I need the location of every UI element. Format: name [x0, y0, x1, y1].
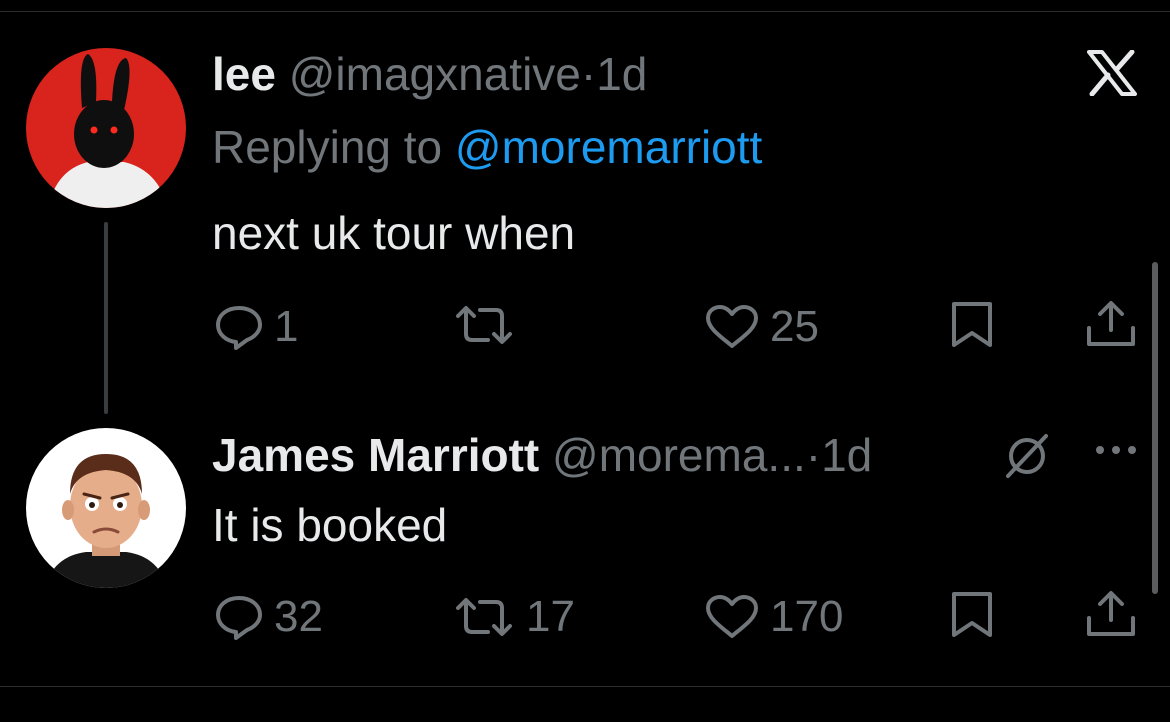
author-name[interactable]: lee	[212, 48, 276, 100]
more-options-button[interactable]	[1094, 440, 1138, 460]
share-button[interactable]	[1084, 298, 1138, 350]
top-divider	[0, 11, 1170, 12]
retweet-count: 17	[526, 592, 575, 641]
retweet-button[interactable]	[452, 302, 526, 348]
timestamp[interactable]: 1d	[821, 429, 872, 481]
bookmark-button[interactable]	[948, 300, 996, 350]
bottom-divider	[0, 686, 1170, 687]
like-count: 25	[770, 302, 819, 351]
avatar-lee[interactable]	[26, 48, 186, 208]
reply-button[interactable]: 1	[214, 302, 298, 352]
tweet-1-text: next uk tour when	[212, 207, 576, 259]
avatar-image	[26, 428, 186, 588]
author-handle[interactable]: @morema...	[552, 429, 806, 481]
avatar-james-marriott[interactable]	[26, 428, 186, 588]
bookmark-icon	[952, 302, 992, 347]
replying-prefix: Replying to	[212, 121, 443, 173]
like-count: 170	[770, 592, 844, 641]
reply-count: 32	[274, 592, 323, 641]
share-icon	[1087, 591, 1135, 636]
replying-to-handle[interactable]: @moremarriott	[455, 121, 762, 173]
retweet-icon	[456, 598, 512, 636]
hide-reply-button[interactable]	[1000, 430, 1054, 480]
bookmark-icon	[952, 592, 992, 637]
timestamp[interactable]: 1d	[596, 48, 647, 100]
separator: ·	[805, 429, 822, 481]
reply-button[interactable]: 32	[214, 592, 323, 642]
thread-connector	[104, 222, 108, 414]
reply-icon	[216, 306, 262, 350]
hide-reply-icon	[1006, 434, 1048, 478]
more-options-icon	[1096, 446, 1136, 454]
retweet-icon	[456, 306, 512, 344]
heart-icon	[706, 595, 758, 638]
replying-to-line: Replying to @moremarriott	[212, 120, 762, 174]
retweet-button[interactable]: 17	[452, 592, 575, 642]
separator: ·	[580, 48, 597, 100]
like-button[interactable]: 25	[704, 302, 819, 352]
reply-icon	[216, 596, 262, 640]
x-logo-icon[interactable]	[1086, 49, 1138, 101]
like-button[interactable]: 170	[704, 592, 843, 642]
share-icon	[1087, 301, 1135, 346]
tweet-2-header: James Marriott @morema...·1d	[212, 428, 872, 482]
reply-count: 1	[274, 302, 299, 351]
author-name[interactable]: James Marriott	[212, 429, 539, 481]
share-button[interactable]	[1084, 588, 1138, 640]
tweet-1-header: lee @imagxnative·1d	[212, 47, 647, 101]
scrollbar[interactable]	[1152, 262, 1158, 594]
avatar-image	[26, 48, 186, 208]
heart-icon	[706, 305, 758, 348]
tweet-2-text: It is booked	[212, 499, 448, 551]
bookmark-button[interactable]	[948, 590, 996, 640]
author-handle[interactable]: @imagxnative	[289, 48, 581, 100]
